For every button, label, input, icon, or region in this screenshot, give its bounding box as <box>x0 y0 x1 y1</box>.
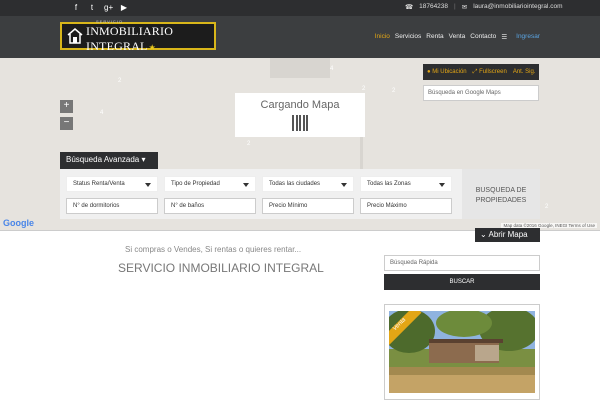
bathrooms-input[interactable]: N° de baños <box>164 198 256 214</box>
page-title: SERVICIO INMOBILIARIO INTEGRAL <box>118 261 324 275</box>
fullscreen-button[interactable]: ⤢ Fullscreen <box>473 69 507 76</box>
property-search-button[interactable]: BUSQUEDA DE PROPIEDADES <box>462 169 540 219</box>
status-select[interactable]: Status Renta/Venta <box>66 176 158 192</box>
open-map-button[interactable]: ⌄ Abrir Mapa <box>475 228 540 242</box>
min-price-input[interactable]: Precio Mínimo <box>262 198 354 214</box>
nav-servicios[interactable]: Servicios <box>395 33 421 41</box>
zone-select[interactable]: Todas las Zonas <box>360 176 452 192</box>
login-link[interactable]: Ingresar <box>516 33 540 41</box>
social-links: f t g+ ▶ <box>72 3 128 12</box>
star-icon: ★ <box>148 42 156 52</box>
zoom-in-button[interactable]: + <box>60 100 73 113</box>
google-plus-icon[interactable]: g+ <box>104 3 113 12</box>
nav-inicio[interactable]: Inicio <box>375 33 390 41</box>
map-controls: ● Mi Ubicación ⤢ Fullscreen Ant. Sig. <box>423 64 539 80</box>
separator: | <box>454 3 456 10</box>
max-price-input[interactable]: Precio Máximo <box>360 198 452 214</box>
prev-next-button[interactable]: Ant. Sig. <box>513 69 536 75</box>
twitter-icon[interactable]: t <box>88 3 96 12</box>
advanced-search-tab[interactable]: Búsqueda Avanzada ▾ <box>60 152 158 169</box>
menu-icon[interactable]: ☰ <box>501 33 507 41</box>
map-loading-panel: Cargando Mapa <box>235 93 365 137</box>
site-logo[interactable]: SERVICIO INMOBILIARIO INTEGRAL★ <box>60 19 216 53</box>
map-marker[interactable]: 2 <box>545 204 548 210</box>
caret-down-icon: ▾ <box>141 155 146 164</box>
nav-contacto[interactable]: Contacto <box>470 33 496 41</box>
map-marker[interactable]: 2 <box>362 86 365 92</box>
google-maps-search-input[interactable]: Búsqueda en Google Maps <box>423 85 539 101</box>
city-select[interactable]: Todas las ciudades <box>262 176 354 192</box>
bedrooms-input[interactable]: N° de dormitorios <box>66 198 158 214</box>
advanced-search-panel: Status Renta/Venta Tipo de Propiedad Tod… <box>60 169 540 219</box>
property-photo[interactable]: Venta <box>389 311 535 393</box>
map-marker[interactable]: 4 <box>100 110 103 116</box>
youtube-icon[interactable]: ▶ <box>120 3 128 12</box>
map-marker[interactable]: 4 <box>330 66 333 72</box>
facebook-icon[interactable]: f <box>72 3 80 12</box>
chevron-down-icon: ⌄ <box>480 230 487 239</box>
top-bar: f t g+ ▶ ☎ 18764238 | ✉ laura@inmobiliar… <box>0 0 600 16</box>
loading-spinner-icon <box>235 115 365 131</box>
email-link[interactable]: laura@inmobiliariointegral.com <box>473 3 562 11</box>
main-nav: Inicio Servicios Renta Venta Contacto ☰ … <box>375 33 540 41</box>
loading-text: Cargando Mapa <box>260 99 340 111</box>
nav-venta[interactable]: Venta <box>449 33 466 41</box>
phone-number: 18764238 <box>419 3 449 10</box>
my-location-button[interactable]: ● Mi Ubicación <box>427 69 467 75</box>
buscar-button[interactable]: BUSCAR <box>384 274 540 290</box>
header: SERVICIO INMOBILIARIO INTEGRAL★ Inicio S… <box>0 16 600 58</box>
property-type-select[interactable]: Tipo de Propiedad <box>164 176 256 192</box>
email-icon: ✉ <box>461 4 468 11</box>
google-logo: Google <box>3 218 34 228</box>
tagline: Si compras o Vendes, Si rentas o quieres… <box>125 245 302 254</box>
house-icon <box>67 27 83 45</box>
logo-big-text: INMOBILIARIO INTEGRAL★ <box>86 23 174 53</box>
property-card[interactable]: Venta <box>384 304 540 400</box>
map-road <box>270 58 330 78</box>
nav-renta[interactable]: Renta <box>426 33 443 41</box>
zoom-out-button[interactable]: − <box>60 117 73 130</box>
map-marker[interactable]: 2 <box>392 88 395 94</box>
contact-info: ☎ 18764238 | ✉ laura@inmobiliariointegra… <box>405 3 563 11</box>
map-marker[interactable]: 2 <box>118 78 121 84</box>
quick-search-input[interactable]: Búsqueda Rápida <box>384 255 540 271</box>
phone-icon: ☎ <box>405 4 414 11</box>
map-marker[interactable]: 2 <box>247 141 250 147</box>
